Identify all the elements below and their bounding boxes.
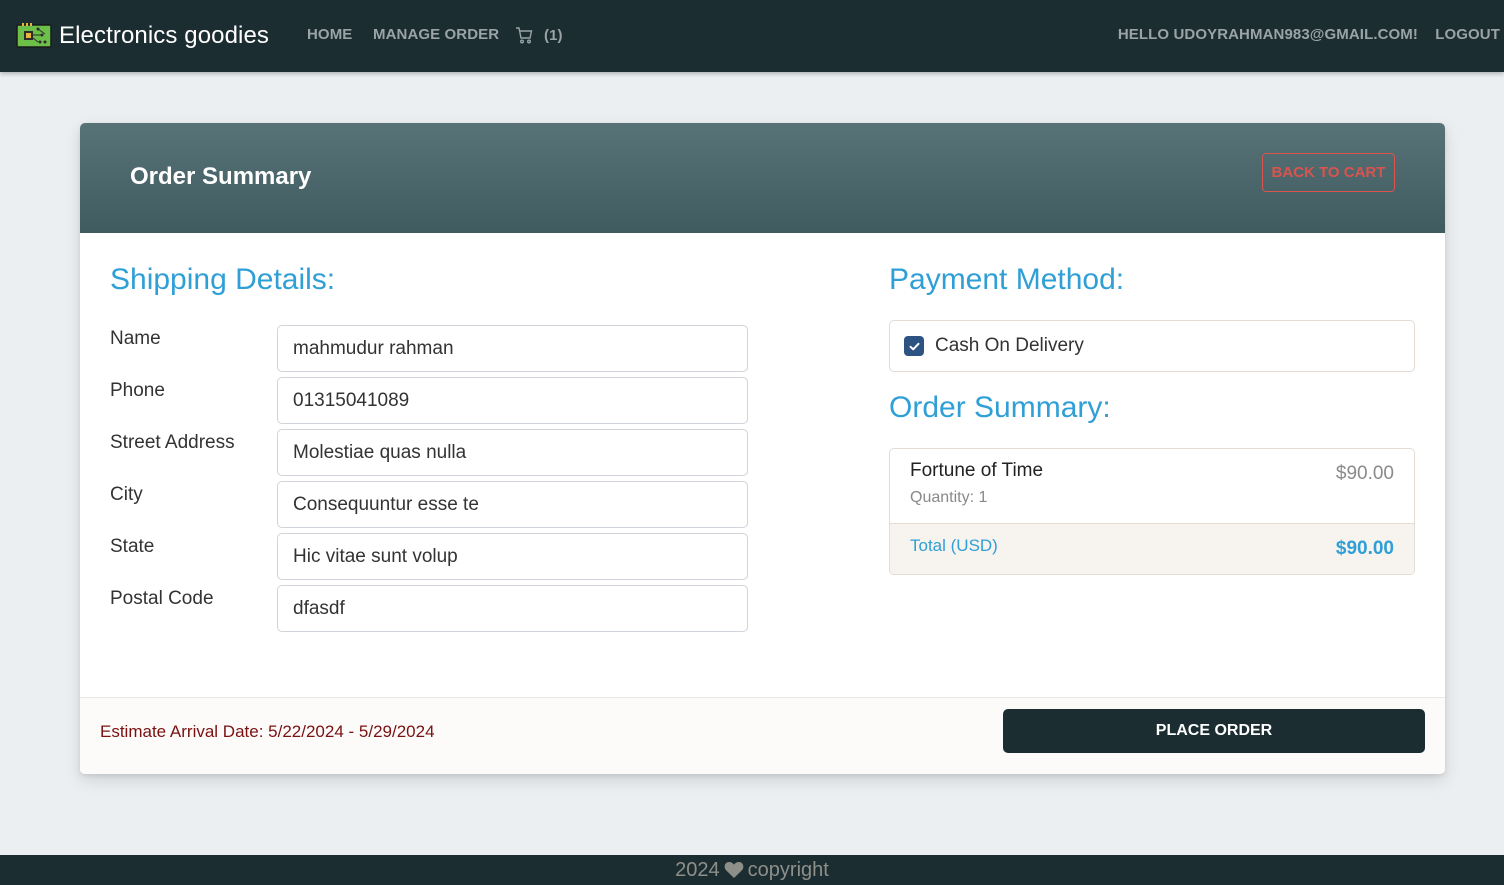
payment-option-cod[interactable]: Cash On Delivery	[889, 320, 1415, 372]
item-quantity: Quantity: 1	[910, 489, 988, 506]
payment-method-heading: Payment Method:	[889, 263, 1125, 296]
shipping-details-heading: Shipping Details:	[110, 263, 336, 296]
form-row-street: Street Address	[110, 429, 750, 477]
cod-checkbox[interactable]	[904, 336, 924, 356]
total-label: Total (USD)	[910, 536, 998, 555]
brand-name: Electronics goodies	[59, 22, 270, 49]
order-card: Order Summary Back to Cart Shipping Deta…	[80, 123, 1445, 774]
cart-count: (1)	[544, 26, 563, 44]
shopping-cart-icon	[516, 27, 533, 44]
cod-label: Cash On Delivery	[935, 335, 1084, 356]
state-input[interactable]	[277, 533, 748, 580]
navbar: Electronics goodies Home Manage Order (1…	[0, 0, 1504, 72]
form-row-state: State	[110, 533, 750, 581]
logout-link[interactable]: Logout	[1435, 26, 1500, 43]
form-row-name: Name	[110, 325, 750, 373]
estimated-arrival-date: Estimate Arrival Date: 5/22/2024 - 5/29/…	[100, 722, 435, 741]
total-value: $90.00	[1335, 538, 1394, 559]
nav-cart-link[interactable]: (1)	[515, 26, 563, 44]
city-input[interactable]	[277, 481, 748, 528]
postal-code-input[interactable]	[277, 585, 748, 632]
item-price: $90.00	[1335, 463, 1394, 484]
order-summary-list: Fortune of Time Quantity: 1 $90.00 Total…	[889, 448, 1415, 575]
back-to-cart-button[interactable]: Back to Cart	[1262, 153, 1395, 192]
user-greeting: Hello udoyrahman983@gmail.com!	[1117, 26, 1418, 43]
nav-manage-order-link[interactable]: Manage Order	[373, 26, 499, 43]
place-order-button[interactable]: Place Order	[1003, 709, 1425, 753]
copyright-text: copyright	[747, 858, 829, 881]
street-address-label: Street Address	[110, 432, 235, 453]
form-row-postal: Postal Code	[110, 585, 750, 633]
order-total-row: Total (USD) $90.00	[890, 524, 1414, 574]
card-footer: Estimate Arrival Date: 5/22/2024 - 5/29/…	[80, 697, 1445, 774]
phone-label: Phone	[110, 380, 165, 401]
form-row-phone: Phone	[110, 377, 750, 425]
form-row-city: City	[110, 481, 750, 529]
order-summary-heading: Order Summary:	[889, 391, 1111, 424]
name-label: Name	[110, 328, 161, 349]
heart-icon	[724, 862, 744, 878]
item-name: Fortune of Time	[910, 460, 1044, 481]
state-label: State	[110, 536, 155, 557]
circuit-board-icon	[16, 23, 52, 48]
page-title: Order Summary	[130, 163, 312, 190]
phone-input[interactable]	[277, 377, 748, 424]
postal-code-label: Postal Code	[110, 588, 214, 609]
card-header: Order Summary Back to Cart	[80, 123, 1445, 233]
street-address-input[interactable]	[277, 429, 748, 476]
page-footer: 2024 copyright	[0, 855, 1504, 885]
brand-link[interactable]: Electronics goodies	[16, 20, 269, 52]
checkmark-icon	[909, 342, 919, 350]
city-label: City	[110, 484, 143, 505]
name-input[interactable]	[277, 325, 748, 372]
list-item: Fortune of Time Quantity: 1 $90.00	[890, 449, 1414, 524]
nav-home-link[interactable]: Home	[307, 26, 352, 43]
copyright-year: 2024	[675, 858, 720, 881]
